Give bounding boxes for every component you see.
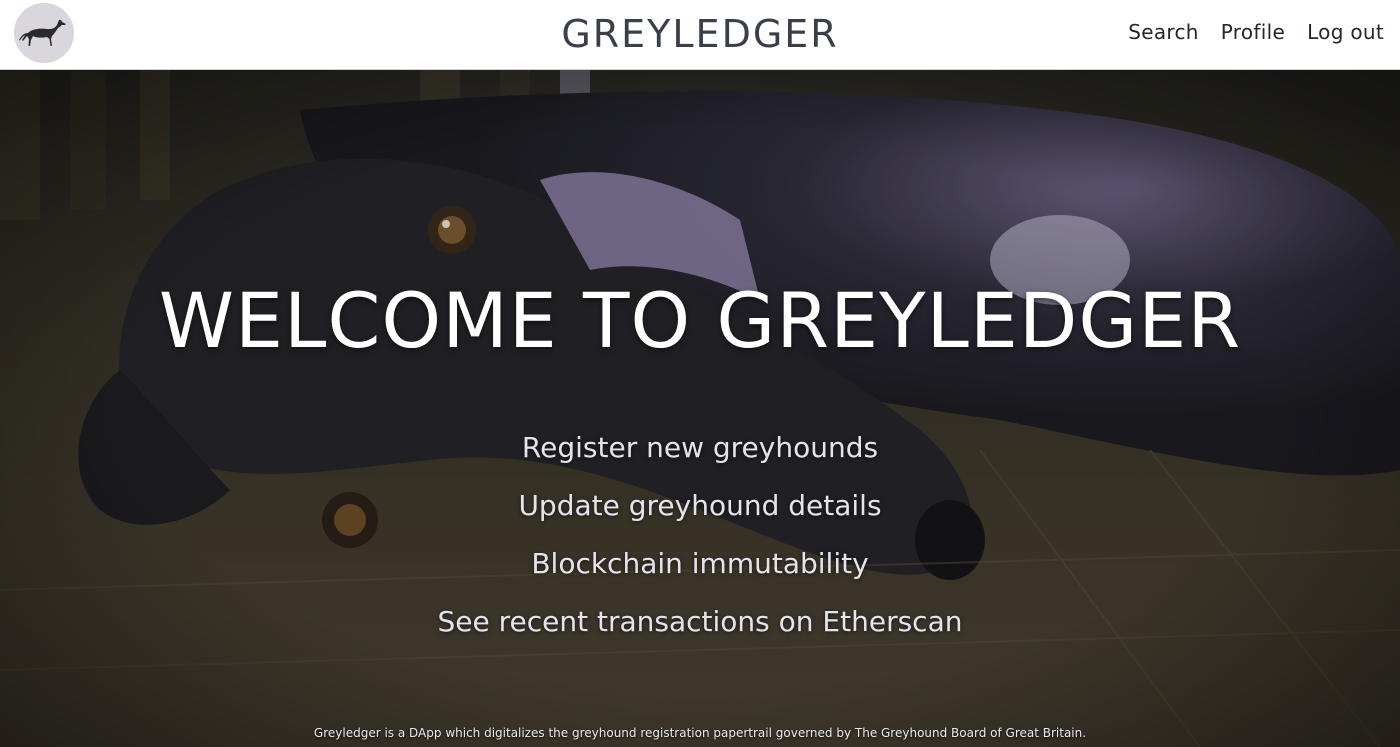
greyhound-silhouette-icon	[14, 3, 74, 63]
greyhound-logo-icon[interactable]	[14, 3, 74, 63]
nav-search-link[interactable]: Search	[1128, 20, 1199, 44]
nav-profile-link[interactable]: Profile	[1221, 20, 1285, 44]
feature-register: Register new greyhounds	[521, 431, 879, 464]
feature-etherscan: See recent transactions on Etherscan	[437, 605, 963, 638]
nav-links: Search Profile Log out	[1128, 20, 1384, 44]
feature-list: Register new greyhounds Update greyhound…	[0, 428, 1400, 660]
feature-update: Update greyhound details	[518, 489, 882, 522]
hero-title: WELCOME TO GREYLEDGER	[158, 276, 1242, 365]
hero-section: WELCOME TO GREYLEDGER Register new greyh…	[0, 70, 1400, 747]
nav-logout-link[interactable]: Log out	[1307, 20, 1384, 44]
feature-immutability: Blockchain immutability	[531, 547, 869, 580]
footer-description: Greyledger is a DApp which digitalizes t…	[313, 726, 1087, 740]
top-navbar: GREYLEDGER Search Profile Log out	[0, 0, 1400, 70]
